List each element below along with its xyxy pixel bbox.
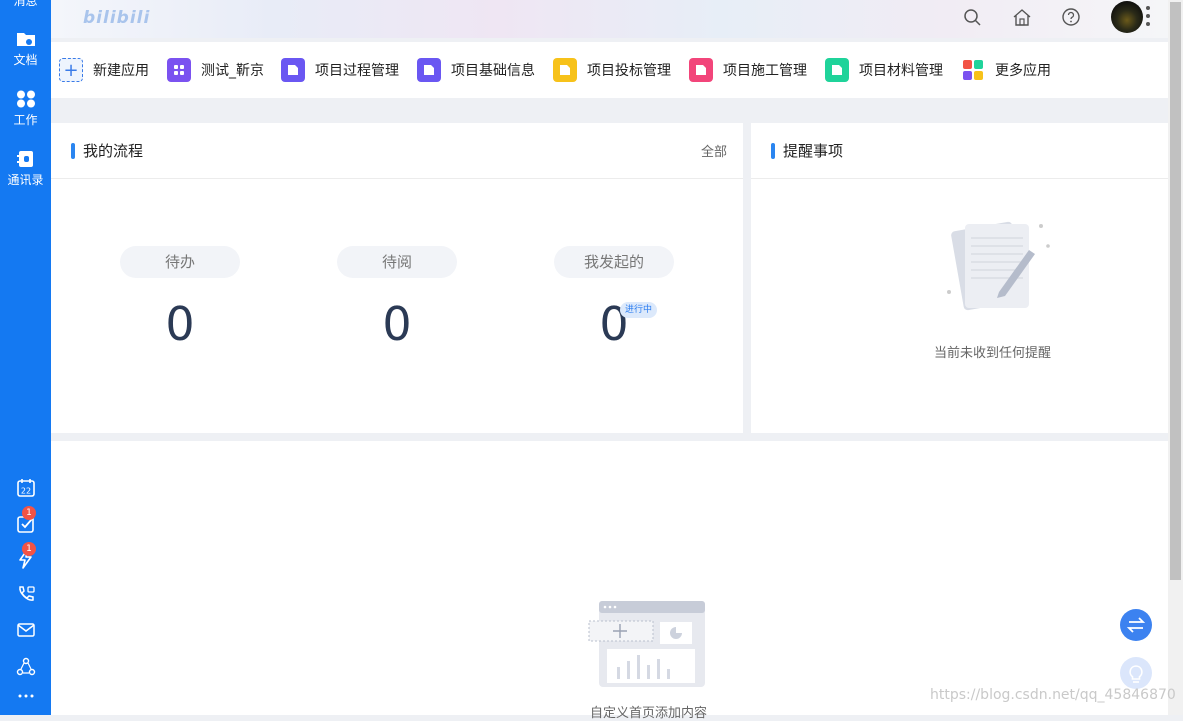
flow-card-header: 我的流程 全部 — [51, 123, 743, 179]
remind-card-title: 提醒事项 — [783, 142, 844, 160]
app-test[interactable]: 测试_靳京 — [167, 58, 264, 82]
app-construction[interactable]: 项目施工管理 — [689, 58, 807, 82]
flow-card: 我的流程 全部 待办 0 待阅 0 我发起的 0 进行中 — [51, 123, 743, 433]
plus-icon: + — [59, 58, 83, 82]
task-badge: 1 — [22, 506, 36, 520]
stat-value: 0 — [382, 297, 412, 351]
stat-todo[interactable]: 待办 0 — [120, 246, 240, 350]
home-icon[interactable] — [1011, 6, 1033, 28]
mail-button[interactable] — [0, 621, 51, 639]
stat-label: 待阅 — [337, 246, 457, 278]
title-accent-bar — [771, 143, 775, 159]
sidebar-item-label: 通讯录 — [7, 173, 44, 187]
tips-float-button[interactable] — [1120, 657, 1152, 689]
stat-label: 我发起的 — [554, 246, 674, 278]
swap-arrows-icon — [1126, 617, 1146, 633]
network-button[interactable] — [0, 657, 51, 677]
sidebar-item-messages[interactable]: 消息 — [0, 0, 51, 8]
app-logo[interactable]: bilibili — [83, 8, 150, 28]
switch-float-button[interactable] — [1120, 609, 1152, 641]
app-label: 项目过程管理 — [315, 63, 399, 79]
search-icon[interactable] — [961, 6, 983, 28]
sidebar-more-button[interactable] — [0, 692, 51, 700]
app-bidding[interactable]: 项目投标管理 — [553, 58, 671, 82]
remind-card: 提醒事项 当前未收到任何提醒 — [751, 123, 1168, 433]
left-sidebar: 消息 文档 工作 通讯录 22 1 1 — [0, 0, 51, 715]
app-label: 项目施工管理 — [723, 63, 807, 79]
lightbulb-icon — [1129, 665, 1143, 683]
sidebar-item-docs[interactable]: 文档 — [0, 30, 51, 67]
stat-value: 0 — [165, 297, 195, 351]
page-scrollbar-thumb[interactable] — [1170, 2, 1181, 580]
more-apps-icon — [961, 58, 985, 82]
app-process[interactable]: 项目过程管理 — [281, 58, 399, 82]
quick-action-badge: 1 — [22, 542, 36, 556]
calendar-button[interactable]: 22 — [0, 478, 51, 498]
app-label: 项目投标管理 — [587, 63, 671, 79]
remind-empty-text: 当前未收到任何提醒 — [934, 346, 1052, 361]
sidebar-item-contacts[interactable]: 通讯录 — [0, 150, 51, 187]
in-progress-tag: 进行中 — [620, 302, 658, 318]
calendar-day: 22 — [20, 487, 30, 496]
sidebar-item-work[interactable]: 工作 — [0, 90, 51, 127]
custom-content-area: 自定义首页添加内容 — [51, 441, 1168, 721]
doc-app-icon — [281, 58, 305, 82]
empty-note-illustration — [947, 221, 1050, 311]
watermark: https://blog.csdn.net/qq_45846870 — [930, 687, 1176, 703]
stat-label: 待办 — [120, 246, 240, 278]
app-basic-info[interactable]: 项目基础信息 — [417, 58, 535, 82]
sidebar-item-label: 文档 — [13, 53, 38, 67]
sidebar-item-label: 消息 — [13, 0, 38, 8]
app-materials[interactable]: 项目材料管理 — [825, 58, 943, 82]
app-label: 新建应用 — [93, 63, 149, 79]
phone-video-icon — [18, 586, 35, 601]
stat-initiated[interactable]: 我发起的 0 进行中 — [554, 246, 674, 350]
avatar[interactable] — [1111, 1, 1143, 33]
sidebar-item-label: 工作 — [13, 113, 38, 127]
top-bar: bilibili — [51, 0, 1168, 38]
app-label: 项目材料管理 — [859, 63, 943, 79]
custom-empty-text: 自定义首页添加内容 — [590, 706, 708, 721]
remind-card-header: 提醒事项 — [751, 123, 1168, 179]
contacts-icon — [16, 151, 33, 167]
doc-app-icon — [417, 58, 441, 82]
app-new[interactable]: + 新建应用 — [59, 58, 149, 82]
kebab-menu-icon[interactable] — [1145, 5, 1151, 27]
calendar-icon: 22 — [16, 479, 35, 497]
app-more[interactable]: 更多应用 — [961, 58, 1051, 82]
more-dots-icon — [18, 694, 33, 698]
grid-app-icon — [167, 58, 191, 82]
app-label: 项目基础信息 — [451, 63, 535, 79]
apps-bar: + 新建应用 测试_靳京 项目过程管理 项目基础信息 项目投标管理 项目施工管理… — [51, 42, 1168, 98]
app-label: 测试_靳京 — [201, 63, 264, 79]
doc-app-icon — [825, 58, 849, 82]
grid-icon — [16, 90, 35, 108]
view-all-link[interactable]: 全部 — [701, 141, 727, 160]
mail-icon — [16, 623, 35, 637]
call-button[interactable] — [0, 585, 51, 605]
stat-to-read[interactable]: 待阅 0 — [337, 246, 457, 350]
doc-app-icon — [553, 58, 577, 82]
title-accent-bar — [71, 143, 75, 159]
doc-app-icon — [689, 58, 713, 82]
folder-icon — [16, 33, 35, 46]
custom-layout-illustration — [588, 601, 705, 687]
network-icon — [16, 657, 35, 676]
app-label: 更多应用 — [995, 63, 1051, 79]
flow-card-title: 我的流程 — [83, 142, 144, 160]
help-icon[interactable] — [1060, 6, 1082, 28]
